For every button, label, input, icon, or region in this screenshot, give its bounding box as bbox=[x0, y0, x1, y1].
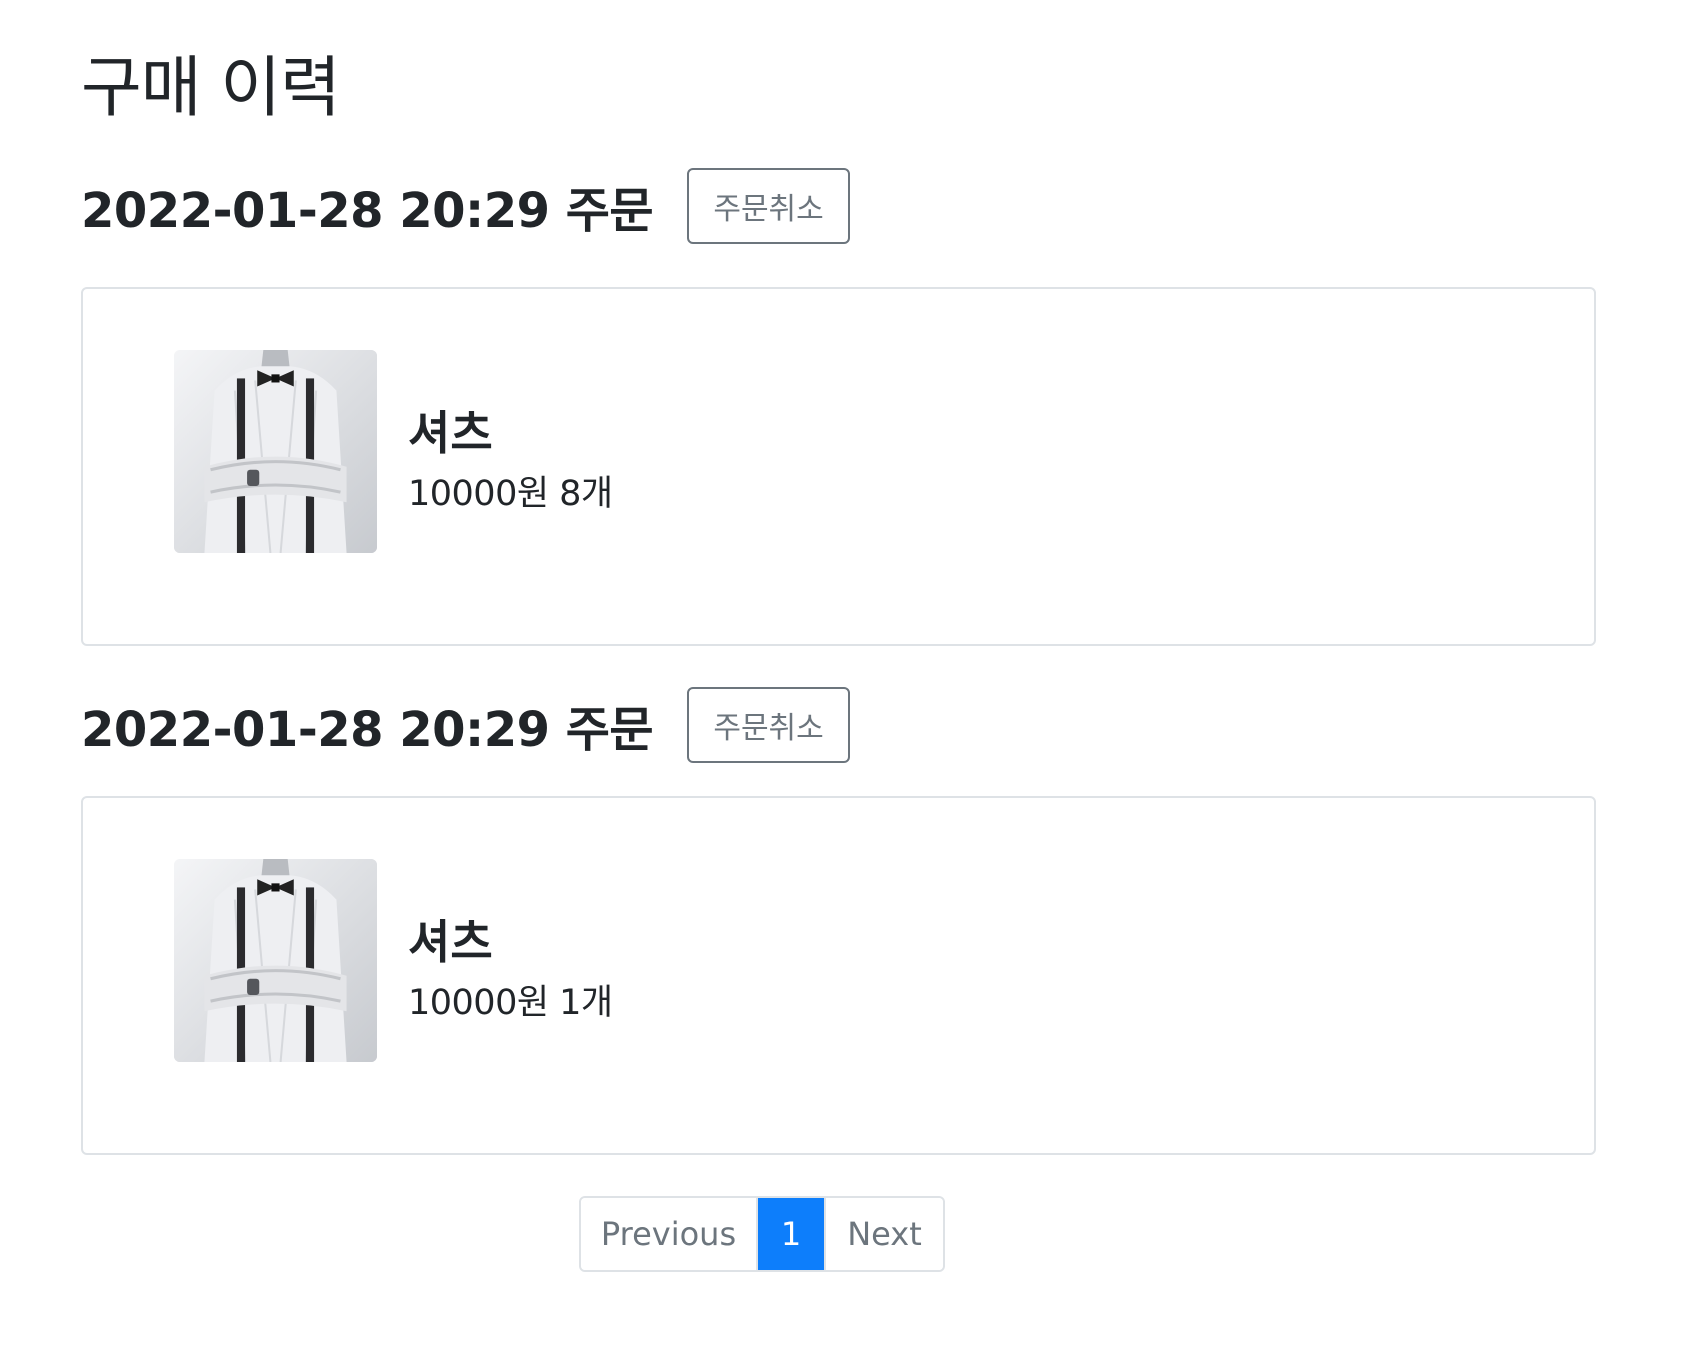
pagination-previous[interactable]: Previous bbox=[581, 1198, 758, 1270]
pagination-next[interactable]: Next bbox=[824, 1198, 943, 1270]
page-title: 구매 이력 bbox=[81, 49, 341, 126]
pagination: Previous 1 Next bbox=[579, 1196, 945, 1272]
cancel-order-button[interactable]: 주문취소 bbox=[687, 687, 851, 763]
pagination-page-current[interactable]: 1 bbox=[758, 1198, 824, 1270]
order-item-card: 셔츠 10000원 8개 bbox=[81, 287, 1596, 646]
order-header: 2022-01-28 20:29 주문 주문취소 bbox=[81, 687, 851, 763]
item-name[interactable]: 셔츠 bbox=[408, 906, 493, 972]
item-price-quantity: 10000원 1개 bbox=[408, 983, 613, 1023]
shirt-product-image[interactable] bbox=[174, 350, 377, 553]
shirt-product-image[interactable] bbox=[174, 859, 377, 1062]
item-name[interactable]: 셔츠 bbox=[408, 397, 493, 463]
cancel-order-button[interactable]: 주문취소 bbox=[687, 168, 851, 244]
order-item-card: 셔츠 10000원 1개 bbox=[81, 796, 1596, 1155]
order-header: 2022-01-28 20:29 주문 주문취소 bbox=[81, 168, 851, 244]
item-price-quantity: 10000원 8개 bbox=[408, 474, 613, 514]
order-title: 2022-01-28 20:29 주문 bbox=[81, 183, 654, 239]
order-title: 2022-01-28 20:29 주문 bbox=[81, 702, 654, 758]
